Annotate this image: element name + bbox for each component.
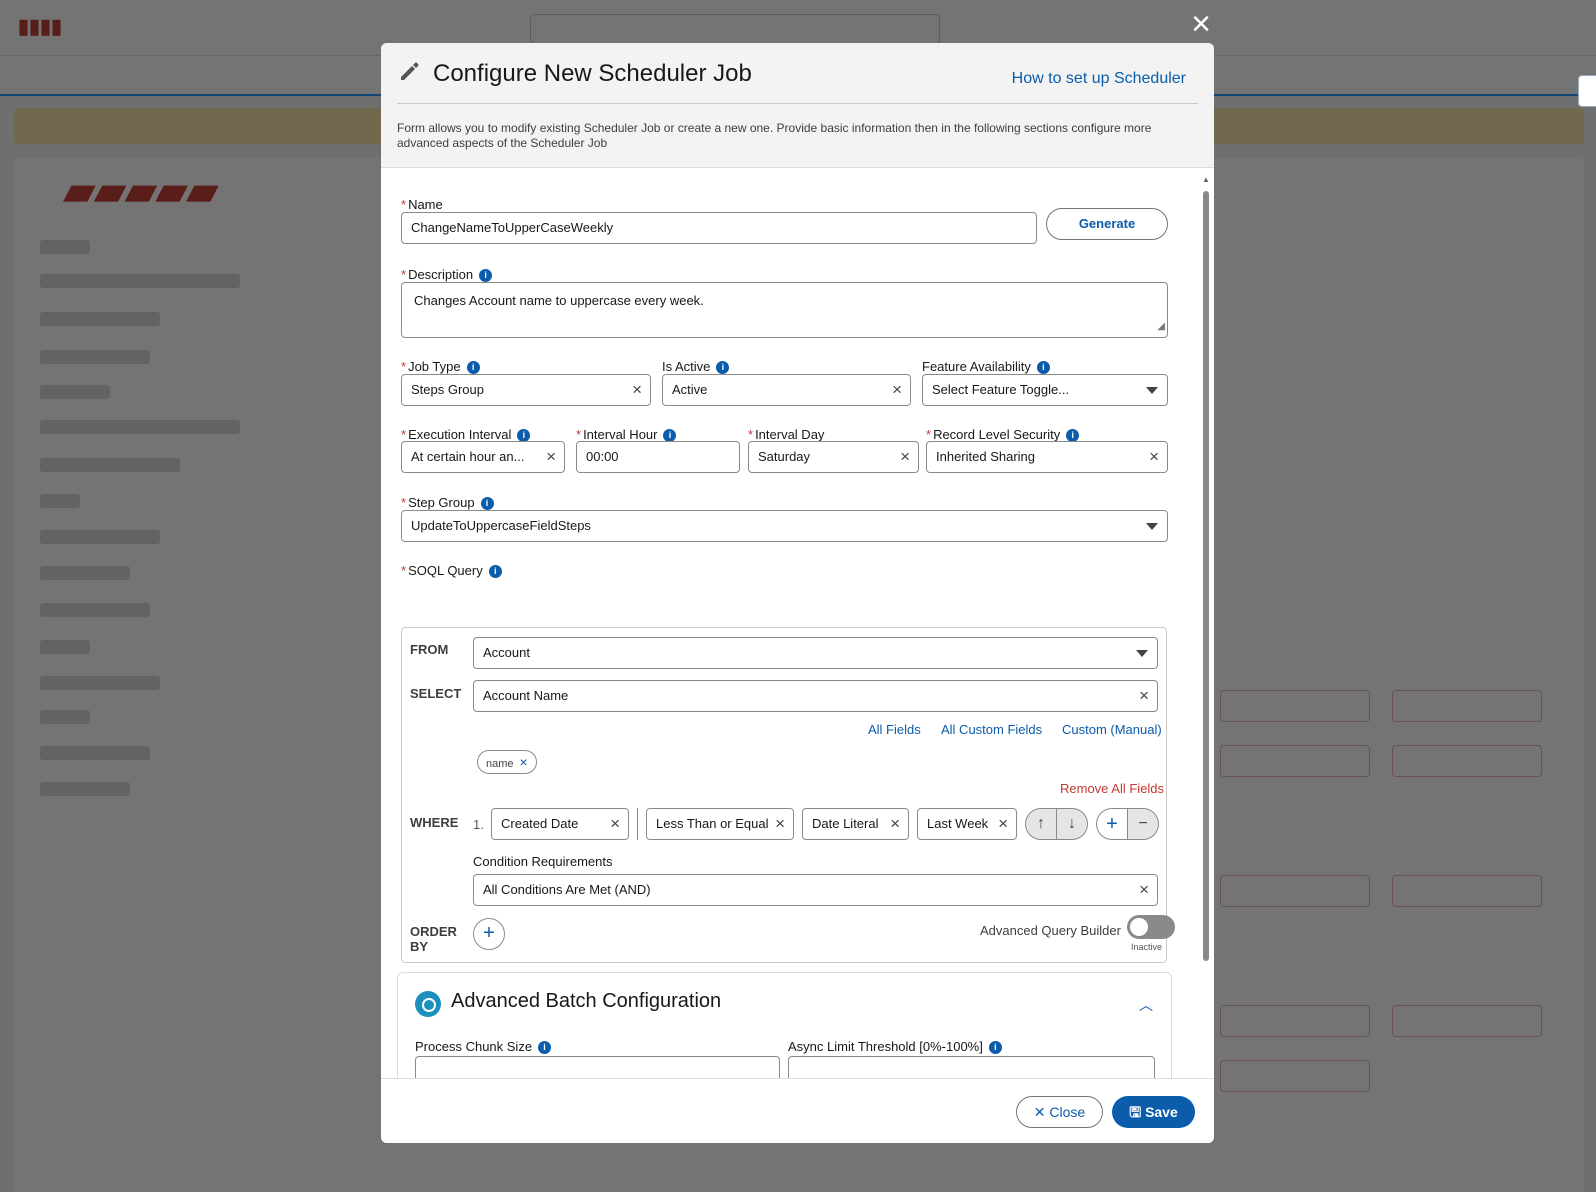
clear-icon[interactable]: ×: [900, 442, 910, 472]
select-fields-select[interactable]: Account Name ×: [473, 680, 1158, 712]
is-active-select[interactable]: Active ×: [662, 374, 911, 406]
clear-icon[interactable]: ×: [610, 809, 620, 839]
clear-icon[interactable]: ×: [1149, 442, 1159, 472]
condition-index: 1.: [473, 817, 484, 832]
batch-icon: [415, 991, 441, 1017]
name-label: * Name: [401, 197, 443, 212]
add-order-by-icon[interactable]: +: [473, 918, 505, 950]
info-icon[interactable]: i: [480, 497, 494, 510]
save-icon: 🖫: [1129, 1104, 1146, 1120]
info-icon[interactable]: i: [488, 565, 502, 578]
scroll-up-icon[interactable]: ▲: [1201, 175, 1211, 185]
arrow-up-icon[interactable]: ↑: [1025, 808, 1057, 840]
interval-day-select[interactable]: Saturday ×: [748, 441, 919, 473]
chunk-size-label: Process Chunk Size i: [415, 1039, 552, 1054]
chevron-up-icon[interactable]: ︿: [1139, 995, 1153, 1015]
job-type-label: * Job Type i: [401, 359, 480, 374]
info-icon[interactable]: i: [988, 1041, 1002, 1054]
condition-requirements-select[interactable]: All Conditions Are Met (AND) ×: [473, 874, 1158, 906]
clear-icon[interactable]: ×: [1139, 875, 1149, 905]
interval-hour-label: * Interval Hour i: [576, 427, 677, 442]
step-group-select[interactable]: UpdateToUppercaseFieldSteps: [401, 510, 1168, 542]
remove-all-fields-link[interactable]: Remove All Fields: [1060, 781, 1164, 796]
clear-icon[interactable]: ×: [632, 375, 642, 405]
add-condition-icon[interactable]: +: [1096, 808, 1128, 840]
condition-field-select[interactable]: Created Date ×: [491, 808, 629, 840]
condition-separator: [637, 808, 638, 840]
step-group-label: * Step Group i: [401, 495, 494, 510]
record-level-security-label: * Record Level Security i: [926, 427, 1080, 442]
scrollbar-thumb[interactable]: [1203, 191, 1209, 961]
feature-availability-label: Feature Availability i: [922, 359, 1050, 374]
clear-icon[interactable]: ×: [1139, 681, 1149, 711]
arrow-down-icon[interactable]: ↓: [1056, 808, 1088, 840]
all-fields-link[interactable]: All Fields: [868, 722, 921, 737]
clear-icon[interactable]: ×: [890, 809, 900, 839]
resize-handle-icon[interactable]: ◢: [1157, 318, 1165, 336]
toggle-knob: [1130, 918, 1148, 936]
clear-icon[interactable]: ×: [546, 442, 556, 472]
modal-scrollbar[interactable]: ▲ ▼: [1201, 175, 1211, 1118]
condition-value-select[interactable]: Last Week ×: [917, 808, 1017, 840]
modal-body: * Name ChangeNameToUpperCaseWeekly Genera…: [381, 169, 1214, 1121]
advanced-query-builder-toggle[interactable]: [1127, 915, 1175, 939]
record-level-security-select[interactable]: Inherited Sharing ×: [926, 441, 1168, 473]
modal-header: Configure New Scheduler Job How to set u…: [381, 43, 1214, 168]
where-clause-label: WHERE: [410, 815, 459, 830]
generate-button[interactable]: Generate: [1046, 208, 1168, 240]
chevron-down-icon[interactable]: [1146, 523, 1158, 530]
condition-value-type-select[interactable]: Date Literal ×: [802, 808, 909, 840]
condition-requirements-label: Condition Requirements: [473, 854, 613, 869]
pencil-icon: [397, 58, 423, 84]
custom-manual-link[interactable]: Custom (Manual): [1062, 722, 1162, 737]
header-divider: [397, 103, 1198, 104]
info-icon[interactable]: i: [716, 361, 730, 374]
help-link[interactable]: How to set up Scheduler: [1012, 70, 1186, 88]
name-field[interactable]: ChangeNameToUpperCaseWeekly: [401, 212, 1037, 244]
interval-day-label: * Interval Day: [748, 427, 825, 442]
description-label: * Description i: [401, 267, 493, 282]
is-active-label: Is Active i: [662, 359, 730, 374]
chevron-down-icon[interactable]: [1136, 650, 1148, 657]
close-icon: ✕: [1033, 1104, 1050, 1120]
toggle-state-text: Inactive: [1131, 942, 1163, 952]
scheduler-job-modal: Configure New Scheduler Job How to set u…: [381, 43, 1214, 1143]
execution-interval-select[interactable]: At certain hour an... ×: [401, 441, 565, 473]
clear-icon[interactable]: ×: [775, 809, 785, 839]
condition-operator-select[interactable]: Less Than or Equal ×: [646, 808, 794, 840]
save-button[interactable]: 🖫 Save: [1112, 1096, 1195, 1128]
feature-availability-select[interactable]: Select Feature Toggle...: [922, 374, 1168, 406]
from-clause-label: FROM: [410, 642, 449, 657]
remove-condition-icon[interactable]: −: [1127, 808, 1159, 840]
all-custom-fields-link[interactable]: All Custom Fields: [941, 722, 1042, 737]
modal-intro-text: Form allows you to modify existing Sched…: [397, 121, 1152, 150]
close-icon[interactable]: ×: [1183, 7, 1219, 44]
remove-icon[interactable]: ×: [520, 754, 528, 770]
side-panel-tab[interactable]: [1578, 75, 1596, 107]
chevron-down-icon[interactable]: [1146, 387, 1158, 394]
clear-icon[interactable]: ×: [998, 809, 1008, 839]
description-field[interactable]: Changes Account name to uppercase every …: [401, 282, 1168, 338]
close-button[interactable]: ✕ Close: [1016, 1096, 1103, 1128]
order-by-clause-label: ORDER BY: [410, 924, 457, 954]
job-type-select[interactable]: Steps Group ×: [401, 374, 651, 406]
soql-query-label: * SOQL Query i: [401, 563, 502, 578]
interval-hour-field[interactable]: 00:00: [576, 441, 740, 473]
info-icon[interactable]: i: [479, 269, 493, 282]
modal-title: Configure New Scheduler Job: [433, 60, 752, 87]
info-icon[interactable]: i: [466, 361, 480, 374]
clear-icon[interactable]: ×: [892, 375, 902, 405]
selected-field-pill: name ×: [477, 750, 537, 774]
modal-footer: ✕ Close 🖫 Save: [381, 1078, 1214, 1143]
async-limit-label: Async Limit Threshold [0%-100%] i: [788, 1039, 1002, 1054]
batch-section-title: Advanced Batch Configuration: [451, 990, 722, 1012]
execution-interval-label: * Execution Interval i: [401, 427, 531, 442]
soql-builder: FROM Account SELECT Account Name × All Fi…: [401, 627, 1167, 963]
advanced-query-builder-label: Advanced Query Builder: [980, 923, 1121, 938]
info-icon[interactable]: i: [538, 1041, 552, 1054]
info-icon[interactable]: i: [1036, 361, 1050, 374]
select-clause-label: SELECT: [410, 686, 462, 701]
from-object-select[interactable]: Account: [473, 637, 1158, 669]
